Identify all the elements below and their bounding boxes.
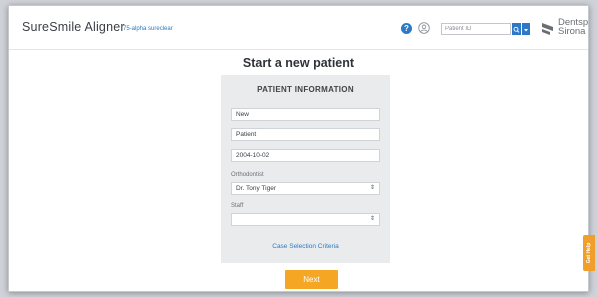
- search-dropdown-button[interactable]: [522, 23, 530, 35]
- orthodontist-select[interactable]: Dr. Tony Tiger ⇕: [231, 182, 380, 195]
- help-icon[interactable]: ?: [401, 23, 412, 34]
- page-title: Start a new patient: [242, 56, 355, 70]
- account-link[interactable]: 75-alpha sureclear: [123, 26, 173, 32]
- next-button[interactable]: Next: [285, 270, 338, 289]
- chevron-down-icon: [524, 29, 528, 32]
- user-icon[interactable]: [418, 22, 430, 34]
- staff-label: Staff: [231, 203, 244, 209]
- top-bar: SureSmile Aligner 75-alpha sureclear ? D…: [9, 6, 588, 50]
- patient-id-search-input[interactable]: [441, 23, 511, 35]
- logo-line-2: Sirona: [558, 26, 586, 37]
- orthodontist-selected-value: Dr. Tony Tiger: [236, 185, 276, 192]
- app-title: SureSmile Aligner: [22, 20, 125, 34]
- case-selection-criteria-link[interactable]: Case Selection Criteria: [221, 243, 390, 250]
- date-of-birth-field[interactable]: 2004-10-02: [231, 149, 380, 162]
- patient-information-panel: PATIENT INFORMATION New Patient 2004-10-…: [221, 75, 390, 263]
- staff-select[interactable]: ⇕: [231, 213, 380, 226]
- orthodontist-label: Orthodontist: [231, 172, 264, 178]
- search-icon: [513, 26, 520, 33]
- first-name-field[interactable]: New: [231, 108, 380, 121]
- last-name-field[interactable]: Patient: [231, 128, 380, 141]
- select-arrows-icon: ⇕: [369, 185, 375, 191]
- select-arrows-icon: ⇕: [369, 216, 375, 222]
- dentsply-sirona-logo-icon: [542, 23, 553, 35]
- get-help-label: Get Help: [586, 242, 592, 264]
- search-button[interactable]: [512, 23, 521, 35]
- company-logo-text: Dentsply Sirona: [558, 18, 588, 37]
- section-title: PATIENT INFORMATION: [257, 85, 354, 94]
- get-help-tab[interactable]: Get Help: [583, 235, 595, 271]
